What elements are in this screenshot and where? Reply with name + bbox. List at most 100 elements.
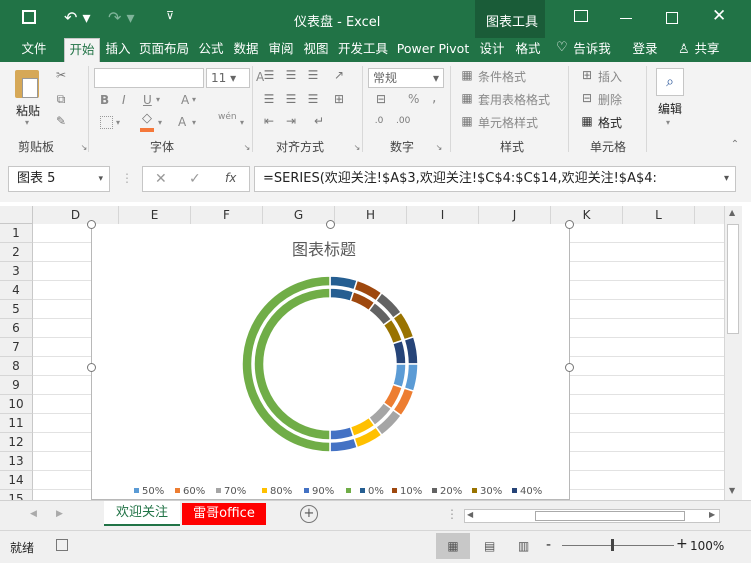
- paste-button[interactable]: 粘贴: [16, 102, 40, 119]
- paste-icon[interactable]: [15, 70, 39, 98]
- scroll-right-icon[interactable]: ▶: [709, 510, 715, 519]
- underline-dropdown-icon[interactable]: ▾: [156, 95, 160, 104]
- comma-style-button[interactable]: ,: [432, 90, 436, 106]
- wrap-text-icon[interactable]: ↵: [312, 114, 326, 128]
- tab-developer[interactable]: 开发工具: [334, 38, 392, 62]
- row-header[interactable]: 12: [0, 433, 33, 452]
- legend-entry[interactable]: 90%: [304, 486, 334, 497]
- column-header[interactable]: E: [119, 206, 191, 224]
- legend-entry[interactable]: 50%: [134, 486, 164, 497]
- row-header[interactable]: 13: [0, 452, 33, 471]
- redo-icon[interactable]: ↷ ▾: [108, 8, 135, 27]
- legend-entry[interactable]: 40%: [512, 486, 542, 497]
- phonetic-dropdown-icon[interactable]: ▾: [240, 118, 244, 127]
- cut-icon[interactable]: ✂: [54, 68, 68, 82]
- row-header[interactable]: 10: [0, 395, 33, 414]
- sheet-tab[interactable]: 雷哥office: [182, 503, 266, 525]
- row-header[interactable]: 7: [0, 338, 33, 357]
- tab-review[interactable]: 审阅: [264, 38, 298, 62]
- bold-button[interactable]: B: [100, 93, 109, 107]
- doughnut-slice[interactable]: [329, 425, 355, 441]
- decrease-decimal-icon[interactable]: .00: [396, 114, 410, 128]
- format-cells-icon[interactable]: ▦: [580, 114, 594, 128]
- column-header[interactable]: D: [33, 206, 119, 224]
- insert-cells-icon[interactable]: ⊞: [580, 68, 594, 82]
- horizontal-scrollbar[interactable]: ◀ ▶: [464, 509, 720, 523]
- zoom-out-button[interactable]: -: [546, 537, 551, 553]
- save-icon[interactable]: [22, 10, 36, 24]
- row-header[interactable]: 11: [0, 414, 33, 433]
- percent-style-button[interactable]: %: [408, 92, 419, 106]
- legend-entry[interactable]: 60%: [175, 486, 205, 497]
- vertical-scrollbar[interactable]: ▲ ▼: [724, 206, 742, 500]
- scroll-thumb[interactable]: [727, 224, 739, 334]
- share-button[interactable]: 共享: [692, 38, 722, 62]
- undo-icon[interactable]: ↶ ▾: [64, 8, 91, 27]
- tab-file[interactable]: 文件: [14, 38, 54, 62]
- conditional-format-button[interactable]: 条件格式: [478, 68, 526, 85]
- font-a-icon[interactable]: A: [181, 93, 189, 107]
- align-middle-icon[interactable]: ☰: [284, 68, 298, 82]
- format-cells-button[interactable]: 格式: [598, 114, 622, 131]
- delete-cells-button[interactable]: 删除: [598, 91, 622, 108]
- chart-resize-handle[interactable]: [326, 220, 335, 229]
- legend-entry[interactable]: 80%: [262, 486, 292, 497]
- cell-styles-button[interactable]: 单元格样式: [478, 114, 538, 131]
- formula-input[interactable]: =SERIES(欢迎关注!$A$3,欢迎关注!$C$4:$C$14,欢迎关注!$…: [254, 166, 736, 192]
- doughnut-slice[interactable]: [391, 363, 407, 389]
- enter-icon[interactable]: ✓: [189, 171, 201, 187]
- font-a-dropdown-icon[interactable]: ▾: [192, 95, 196, 104]
- increase-decimal-icon[interactable]: .0: [372, 114, 386, 128]
- row-header[interactable]: 15: [0, 490, 33, 500]
- row-header[interactable]: 4: [0, 281, 33, 300]
- format-table-button[interactable]: 套用表格格式: [478, 91, 550, 108]
- align-center-icon[interactable]: ☰: [284, 92, 298, 106]
- normal-view-icon[interactable]: ▦: [436, 533, 470, 559]
- doughnut-chart[interactable]: [230, 269, 430, 459]
- underline-button[interactable]: U: [143, 93, 152, 107]
- row-header[interactable]: 2: [0, 243, 33, 262]
- borders-dropdown-icon[interactable]: ▾: [116, 118, 120, 127]
- column-header[interactable]: L: [623, 206, 695, 224]
- format-table-icon[interactable]: ▦: [460, 91, 474, 105]
- row-header[interactable]: 14: [0, 471, 33, 490]
- next-sheet-icon[interactable]: ▶: [56, 509, 63, 519]
- scroll-left-icon[interactable]: ◀: [467, 510, 473, 519]
- number-launcher-icon[interactable]: ↘: [432, 141, 446, 155]
- column-header[interactable]: H: [335, 206, 407, 224]
- align-bottom-icon[interactable]: ☰: [306, 68, 320, 82]
- editing-dropdown-icon[interactable]: ▾: [666, 118, 670, 127]
- chart-resize-handle[interactable]: [87, 220, 96, 229]
- collapse-ribbon-icon[interactable]: ⌃: [728, 138, 742, 152]
- sheet-tab-active[interactable]: 欢迎关注: [104, 501, 180, 526]
- chart-title[interactable]: 图表标题: [292, 236, 356, 260]
- tab-home[interactable]: 开始: [64, 38, 100, 62]
- tell-me-box[interactable]: 告诉我: [572, 38, 612, 62]
- editing-button[interactable]: 编辑: [658, 100, 682, 117]
- legend-entry[interactable]: 20%: [432, 486, 462, 497]
- zoom-slider-thumb[interactable]: [611, 539, 614, 551]
- conditional-format-icon[interactable]: ▦: [460, 68, 474, 82]
- fill-color-icon[interactable]: ◇: [140, 112, 154, 126]
- row-header[interactable]: 1: [0, 224, 33, 243]
- font-name-combo[interactable]: [94, 68, 204, 88]
- row-header[interactable]: 8: [0, 357, 33, 376]
- tab-data[interactable]: 数据: [229, 38, 263, 62]
- row-header[interactable]: 6: [0, 319, 33, 338]
- legend-entry[interactable]: 0%: [360, 486, 384, 497]
- chart-object[interactable]: 图表标题: [91, 224, 570, 500]
- zoom-in-button[interactable]: +: [676, 536, 688, 552]
- row-header[interactable]: 3: [0, 262, 33, 281]
- close-icon[interactable]: ✕: [712, 6, 726, 26]
- doughnut-slice[interactable]: [391, 339, 407, 365]
- macro-record-icon[interactable]: [56, 539, 68, 551]
- align-left-icon[interactable]: ☰: [262, 92, 276, 106]
- legend-entry[interactable]: 70%: [216, 486, 246, 497]
- insert-cells-button[interactable]: 插入: [598, 68, 622, 85]
- select-all-corner[interactable]: [0, 206, 33, 224]
- tab-view[interactable]: 视图: [299, 38, 333, 62]
- search-icon[interactable]: ⌕: [656, 68, 684, 96]
- doughnut-slice[interactable]: [329, 287, 355, 303]
- tab-power-pivot[interactable]: Power Pivot: [394, 38, 472, 62]
- align-right-icon[interactable]: ☰: [306, 92, 320, 106]
